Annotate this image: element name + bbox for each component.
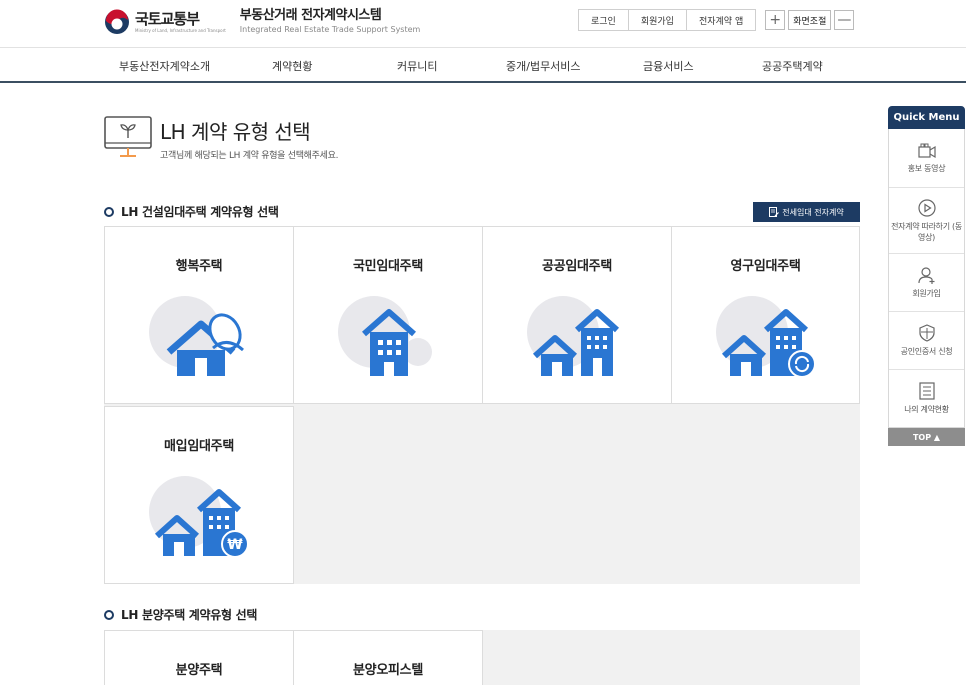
card-purchase-rental[interactable]: 매입임대주택 ₩ [104, 406, 294, 584]
zoom-out-button[interactable]: — [834, 10, 855, 30]
quick-item-label: 회원가입 [912, 289, 941, 298]
sale-section-title: LH 분양주택 계약유형 선택 [121, 608, 258, 622]
quick-item-certificate[interactable]: 공인인증서 신청 [889, 311, 964, 369]
card-label: 행복주택 [175, 259, 223, 274]
card-label: 공공임대주택 [542, 259, 612, 274]
card-sale-housing[interactable]: 분양주택 [104, 630, 294, 685]
rental-section-heading: LH 건설임대주택 계약유형 선택 [104, 203, 279, 220]
nav-item-brokerage[interactable]: 중개/법무서비스 [506, 58, 581, 74]
app-button[interactable]: 전자계약 앱 [685, 10, 755, 30]
nav-item-status[interactable]: 계약현황 [272, 58, 312, 74]
zoom-in-button[interactable]: + [765, 10, 786, 30]
house-apartment-icon [527, 296, 620, 376]
card-label: 분양주택 [175, 663, 223, 678]
quick-menu: Quick Menu 홍보 동영상 전자계약 따라하기 (동영상) 회원가입 공… [888, 106, 965, 446]
zoom-control: + 화면조절 — [765, 9, 855, 31]
login-button[interactable]: 로그인 [579, 10, 628, 30]
house-apartment-refresh-icon [716, 296, 816, 378]
play-circle-icon [917, 198, 936, 217]
svg-text:₩: ₩ [227, 537, 243, 553]
document-list-icon [918, 382, 935, 400]
jeonse-contract-button[interactable]: 전세임대 전자계약 [753, 202, 860, 222]
main-nav: 부동산전자계약소개 계약현황 커뮤니티 중개/법무서비스 금융서비스 공공주택계… [0, 48, 966, 83]
signup-button[interactable]: 회원가입 [627, 10, 686, 30]
document-edit-icon [769, 207, 780, 217]
logo[interactable]: 국토교통부 Ministry of Land, Infrastructure a… [104, 8, 420, 35]
card-label: 매입임대주택 [164, 439, 234, 454]
card-label: 국민임대주택 [353, 259, 423, 274]
bullet-circle-icon [104, 206, 114, 217]
quick-item-tutorial-video[interactable]: 전자계약 따라하기 (동영상) [889, 187, 964, 253]
quick-item-label: 전자계약 따라하기 (동영상) [891, 221, 962, 242]
nav-item-intro[interactable]: 부동산전자계약소개 [119, 58, 210, 74]
quick-item-label: 공인인증서 신청 [900, 347, 953, 356]
card-sale-officetel[interactable]: 분양오피스텔 [293, 630, 483, 685]
system-name: 부동산거래 전자계약시스템 [239, 8, 382, 23]
ministry-name-en: Ministry of Land, Infrastructure and Tra… [135, 27, 226, 33]
nav-item-finance[interactable]: 금융서비스 [643, 58, 694, 74]
quick-item-label: 홍보 동영상 [907, 163, 946, 173]
page-title: LH 계약 유형 선택 [160, 120, 311, 144]
video-camera-icon [917, 143, 936, 158]
jeonse-button-label: 전세임대 전자계약 [782, 207, 844, 217]
rental-section-title: LH 건설임대주택 계약유형 선택 [121, 205, 279, 219]
card-label: 영구임대주택 [730, 259, 801, 274]
card-public-rental[interactable]: 공공임대주택 [482, 226, 672, 404]
ministry-name: 국토교통부 [135, 9, 200, 28]
card-permanent-rental[interactable]: 영구임대주택 [671, 226, 860, 404]
shield-icon [918, 324, 935, 342]
quick-item-signup[interactable]: 회원가입 [889, 253, 964, 311]
card-national-rental[interactable]: 국민임대주택 [293, 226, 483, 404]
sale-section-heading: LH 분양주택 계약유형 선택 [104, 606, 257, 623]
bullet-circle-icon [104, 609, 114, 620]
apartment-icon [338, 296, 432, 376]
system-name-en: Integrated Real Estate Trade Support Sys… [239, 25, 421, 34]
quick-item-label: 나의 계약현황 [904, 405, 949, 414]
nav-item-community[interactable]: 커뮤니티 [397, 58, 437, 74]
taegeuk-logo-icon [105, 8, 129, 34]
nav-item-public-housing[interactable]: 공공주택계약 [762, 58, 823, 74]
card-label: 분양오피스텔 [353, 663, 423, 678]
page-subtitle: 고객님께 해당되는 LH 계약 유형을 선택해주세요. [160, 151, 339, 161]
zoom-label: 화면조절 [788, 10, 832, 30]
house-apartment-won-icon: ₩ [149, 476, 249, 558]
quick-item-promo-video[interactable]: 홍보 동영상 [889, 129, 964, 187]
site-header: 국토교통부 Ministry of Land, Infrastructure a… [0, 0, 966, 48]
quick-menu-title: Quick Menu [888, 106, 965, 129]
quick-item-my-contracts[interactable]: 나의 계약현황 [889, 369, 964, 427]
utility-menu: 로그인 회원가입 전자계약 앱 + 화면조절 — [578, 9, 855, 31]
user-add-icon [917, 267, 934, 284]
card-happy-housing[interactable]: 행복주택 [104, 226, 294, 404]
top-button[interactable]: TOP ▲ [888, 428, 965, 446]
house-leaf-icon [149, 296, 244, 376]
monitor-sprout-icon [104, 116, 152, 157]
